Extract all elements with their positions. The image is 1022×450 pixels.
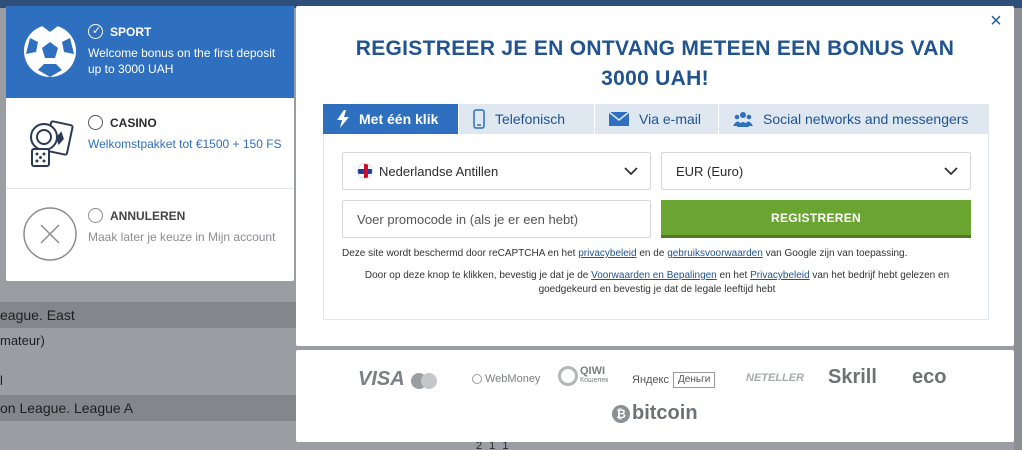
- neteller-text: NETELLER: [746, 372, 805, 384]
- company-privacy-link[interactable]: Privacybeleid: [750, 270, 809, 281]
- registration-modal: × REGISTREER JE EN ONTVANG METEEN EEN BO…: [296, 6, 1014, 346]
- tab-phone[interactable]: Telefonisch: [459, 104, 595, 134]
- recaptcha-text: en de: [636, 248, 668, 259]
- yandex-money-logo: Яндекс Деньги: [632, 372, 716, 388]
- terms-of-use-link[interactable]: gebruiksvoorwaarden: [667, 248, 763, 259]
- tab-label: Social networks and messengers: [763, 111, 969, 127]
- tab-label: Via e-mail: [639, 111, 701, 127]
- people-icon: [733, 111, 753, 127]
- qiwi-logo: QIWI Кошелек: [558, 366, 608, 386]
- terms-text: en het: [716, 270, 751, 281]
- tab-label: Telefonisch: [495, 111, 566, 127]
- eco-logo: eco: [912, 366, 946, 389]
- sport-radio[interactable]: ✓: [88, 24, 103, 39]
- bitcoin-logo: ₿ bitcoin: [612, 402, 698, 425]
- phone-icon: [473, 109, 485, 129]
- background-text: mateur): [0, 333, 45, 348]
- tab-social[interactable]: Social networks and messengers: [719, 104, 989, 134]
- currency-value: EUR (Euro): [676, 163, 744, 179]
- neteller-logo: NETELLER: [746, 372, 804, 384]
- chevron-down-icon: [944, 164, 958, 181]
- flag-icon: [357, 163, 373, 179]
- yandex-text: Яндекс: [632, 374, 669, 386]
- payment-methods-panel: VISA WebMoney QIWI Кошелек Яндекс Деньги…: [296, 350, 1014, 442]
- recaptcha-notice: Deze site wordt beschermd door reCAPTCHA…: [342, 247, 972, 261]
- cancel-title: ANNULEREN: [110, 209, 186, 223]
- webmoney-icon: [472, 374, 482, 384]
- envelope-icon: [609, 112, 629, 126]
- tab-email[interactable]: Via e-mail: [595, 104, 719, 134]
- sport-title: SPORT: [110, 25, 152, 39]
- yandex-money-text: Деньги: [673, 372, 716, 388]
- qiwi-text: QIWI: [580, 365, 606, 377]
- recaptcha-text: Deze site wordt beschermd door reCAPTCHA…: [342, 248, 579, 259]
- tab-label: Met één klik: [359, 111, 439, 127]
- close-button[interactable]: ×: [986, 11, 1006, 32]
- modal-title: REGISTREER JE EN ONTVANG METEEN EEN BONU…: [355, 37, 955, 90]
- checkmark-icon: ✓: [92, 25, 102, 37]
- mastercard-icon: [410, 371, 439, 389]
- bonus-option-sport[interactable]: ✓ SPORT Welcome bonus on the first depos…: [6, 6, 294, 98]
- country-value: Nederlandse Antillen: [379, 163, 499, 179]
- background-row: on League. League A: [0, 395, 300, 421]
- sport-description: Welcome bonus on the first deposit up to…: [88, 46, 276, 76]
- background-row-text: on League. League A: [0, 400, 134, 416]
- casino-description: Welkomstpakket tot €1500 + 150 FS: [88, 137, 282, 151]
- background-row-text: eague. East: [0, 307, 75, 323]
- terms-conditions-link[interactable]: Voorwaarden en Bepalingen: [591, 270, 717, 281]
- tab-one-click[interactable]: Met één klik: [323, 104, 459, 134]
- terms-text: Door op deze knop te klikken, bevestig j…: [364, 270, 592, 281]
- bonus-option-cancel[interactable]: ANNULEREN Maak later je keuze in Mijn ac…: [6, 190, 294, 281]
- registration-tabs: Met één klik Telefonisch Via e-mail Soci…: [323, 104, 989, 134]
- visa-logo: VISA: [358, 368, 439, 391]
- bonus-panel: ✓ SPORT Welcome bonus on the first depos…: [6, 6, 294, 281]
- webmoney-logo: WebMoney: [472, 373, 540, 385]
- skrill-logo: Skrill: [828, 366, 877, 389]
- country-select[interactable]: Nederlandse Antillen: [342, 152, 651, 190]
- bitcoin-text: bitcoin: [632, 402, 698, 424]
- soccer-ball-icon: [22, 20, 78, 80]
- cancel-description: Maak later je keuze in Mijn account: [88, 230, 276, 244]
- background-column: [1014, 8, 1022, 450]
- currency-select[interactable]: EUR (Euro): [661, 152, 971, 190]
- bitcoin-icon: ₿: [612, 404, 630, 423]
- privacy-policy-link[interactable]: privacybeleid: [578, 248, 636, 259]
- casino-title: CASINO: [110, 116, 157, 130]
- promocode-input[interactable]: [342, 200, 651, 238]
- terms-notice: Door op deze knop te klikken, bevestig j…: [342, 269, 972, 297]
- bonus-option-casino[interactable]: CASINO Welkomstpakket tot €1500 + 150 FS: [6, 97, 294, 189]
- visa-text: VISA: [358, 368, 405, 390]
- chevron-down-icon: [624, 164, 638, 181]
- background-row: eague. East: [0, 302, 300, 328]
- lightning-icon: [337, 110, 349, 128]
- eco-text: eco: [912, 366, 947, 388]
- webmoney-text: WebMoney: [485, 373, 541, 385]
- cancel-radio[interactable]: [88, 208, 103, 223]
- casino-radio[interactable]: [88, 115, 103, 130]
- register-button[interactable]: REGISTREREN: [661, 200, 971, 238]
- background-text: l: [0, 373, 3, 388]
- registration-form: Nederlandse Antillen EUR (Euro) REGISTRE…: [323, 134, 989, 320]
- qiwi-subtext: Кошелек: [580, 377, 609, 384]
- recaptcha-text: van Google zijn van toepassing.: [762, 248, 908, 259]
- casino-chips-icon: [22, 111, 78, 171]
- skrill-text: Skrill: [828, 366, 877, 388]
- close-circle-icon: [22, 204, 78, 264]
- qiwi-icon: [558, 366, 578, 386]
